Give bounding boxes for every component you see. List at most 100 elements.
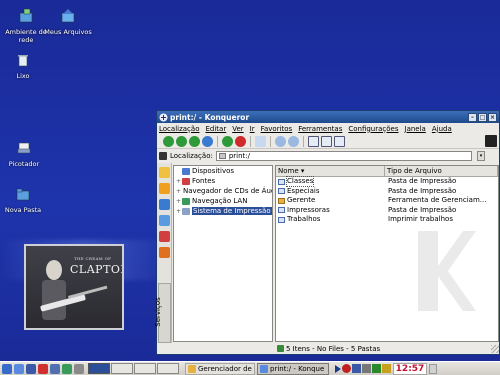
pager-desktop-4[interactable] <box>157 363 179 374</box>
settings-launcher-icon[interactable] <box>74 363 84 374</box>
tree-view-icon[interactable] <box>334 135 345 147</box>
window-titlebar[interactable]: print:/ - Konqueror – □ × <box>157 111 499 123</box>
list-row[interactable]: Trabalhos Imprimir trabalhos <box>276 215 498 225</box>
list-header: Nome ▾ Tipo de Arquivo <box>276 166 498 177</box>
tree-item-print-system[interactable]: + Sistema de Impressão <box>174 206 272 216</box>
list-row[interactable]: Classes Pasta de Impressão <box>276 176 498 188</box>
shredder-icon <box>17 142 31 154</box>
task-app-icon <box>188 364 196 373</box>
app-launcher-icon[interactable] <box>38 363 48 374</box>
album-subtitle: THE CREAM OF <box>74 256 112 261</box>
home-launcher-icon[interactable] <box>14 363 24 374</box>
services-tree: Dispositivos + Fontes + Navegador de CDs… <box>173 165 273 342</box>
icon-view-icon[interactable] <box>308 135 319 147</box>
tray-clipboard-icon[interactable] <box>382 364 391 373</box>
tool-icon <box>278 197 285 204</box>
sort-arrow-icon: ▾ <box>300 167 305 175</box>
menu-editar[interactable]: Editar <box>205 125 226 133</box>
tray-app-icon[interactable] <box>342 364 351 373</box>
column-type-header[interactable]: Tipo de Arquivo <box>385 166 498 176</box>
list-row[interactable]: Especiais Pasta de Impressão <box>276 187 498 197</box>
menu-ir[interactable]: Ir <box>250 125 255 133</box>
lan-icon <box>182 197 190 205</box>
tree-item-fontes[interactable]: + Fontes <box>174 176 272 186</box>
office-launcher-icon[interactable] <box>62 363 72 374</box>
list-row[interactable]: Impressoras Pasta de Impressão <box>276 206 498 216</box>
show-desktop-icon[interactable] <box>429 363 437 374</box>
tray-monitor-icon[interactable] <box>352 364 361 373</box>
play-icon[interactable] <box>335 364 341 373</box>
kde-gear-icon[interactable] <box>485 135 497 147</box>
location-label: Localização: <box>170 151 213 160</box>
status-icon <box>277 345 284 352</box>
close-button[interactable]: × <box>488 112 497 122</box>
menu-configuracoes[interactable]: Configurações <box>348 125 398 133</box>
konqueror-window: print:/ - Konqueror – □ × Localização Ed… <box>154 110 500 355</box>
network-folder-icon <box>19 8 33 23</box>
location-input[interactable]: print:/ <box>215 150 472 161</box>
trash-icon <box>18 55 28 67</box>
file-list: Nome ▾ Tipo de Arquivo Classes Pasta de … <box>275 165 499 342</box>
kde-menu-icon[interactable] <box>2 363 12 374</box>
clear-location-icon[interactable] <box>159 151 167 160</box>
bookmarks-tab-icon[interactable] <box>158 167 170 178</box>
menu-ferramentas[interactable]: Ferramentas <box>298 125 342 133</box>
pager-desktop-3[interactable] <box>134 363 156 374</box>
forward-icon[interactable] <box>176 135 187 147</box>
browser-launcher-icon[interactable] <box>26 363 36 374</box>
menu-janela[interactable]: Janela <box>405 125 426 133</box>
reload-icon[interactable] <box>222 135 233 147</box>
zoom-out-icon[interactable] <box>288 135 299 147</box>
pager-desktop-2[interactable] <box>111 363 133 374</box>
pager-desktop-1[interactable] <box>88 363 110 374</box>
network-tab-icon[interactable] <box>158 247 170 258</box>
expand-icon[interactable]: + <box>176 188 181 195</box>
main-toolbar <box>157 134 499 149</box>
services-tab[interactable]: Serviços <box>154 283 171 343</box>
zoom-in-icon[interactable] <box>275 135 286 147</box>
terminal-launcher-icon[interactable] <box>50 363 60 374</box>
history-tab-icon[interactable] <box>158 199 170 210</box>
maximize-button[interactable]: □ <box>478 112 487 122</box>
back-icon[interactable] <box>163 135 174 147</box>
home-tab-icon[interactable] <box>158 215 170 226</box>
clock[interactable]: 12:57 <box>393 362 427 375</box>
column-name-header[interactable]: Nome ▾ <box>276 166 386 176</box>
desktop-icon-home[interactable]: Meus Arquivos <box>42 8 94 36</box>
print-icon[interactable] <box>255 135 266 147</box>
list-row[interactable]: Gerente Ferramenta de Gerenciam... <box>276 196 498 206</box>
desktop-icon-shredder[interactable]: Picotador <box>0 140 50 168</box>
up-icon[interactable] <box>189 135 200 147</box>
menu-ajuda[interactable]: Ajuda <box>432 125 452 133</box>
menu-favoritos[interactable]: Favoritos <box>261 125 293 133</box>
menu-localizacao[interactable]: Localização <box>159 125 199 133</box>
favorites-tab-icon[interactable] <box>158 183 170 194</box>
devices-icon <box>182 167 190 175</box>
task-gerenciador[interactable]: Gerenciador de <box>185 362 255 375</box>
task-konqueror[interactable]: print:/ - Konque <box>257 362 329 375</box>
detail-view-icon[interactable] <box>321 135 332 147</box>
desktop-icon-label: Meus Arquivos <box>44 28 92 36</box>
album-cover-image: THE CREAM OF CLAPTON <box>24 244 124 330</box>
minimize-button[interactable]: – <box>468 112 477 122</box>
stop-icon[interactable] <box>235 135 246 147</box>
desktop-pager <box>88 363 179 374</box>
tree-item-dispositivos[interactable]: Dispositivos <box>174 166 272 176</box>
task-app-icon <box>260 364 268 373</box>
printer-icon <box>182 207 190 215</box>
menu-ver[interactable]: Ver <box>232 125 243 133</box>
tray-speaker-icon[interactable] <box>362 364 371 373</box>
resize-grip[interactable] <box>491 344 499 353</box>
tray-network-icon[interactable] <box>372 364 381 373</box>
konqueror-icon <box>159 113 168 121</box>
kde-watermark <box>418 231 476 311</box>
print-folder-icon <box>278 207 285 214</box>
desktop-icon-new-folder[interactable]: Nova Pasta <box>0 186 49 214</box>
desktop-icon-trash[interactable]: Lixo <box>0 52 49 80</box>
tree-item-cd-browser[interactable]: + Navegador de CDs de Áudio <box>174 186 272 196</box>
location-dropdown-icon[interactable]: ▾ <box>477 150 485 161</box>
home-icon[interactable] <box>202 135 213 147</box>
media-tab-icon[interactable] <box>158 231 170 242</box>
tree-item-lan[interactable]: + Navegação LAN <box>174 196 272 206</box>
window-title: print:/ - Konqueror <box>170 112 250 122</box>
